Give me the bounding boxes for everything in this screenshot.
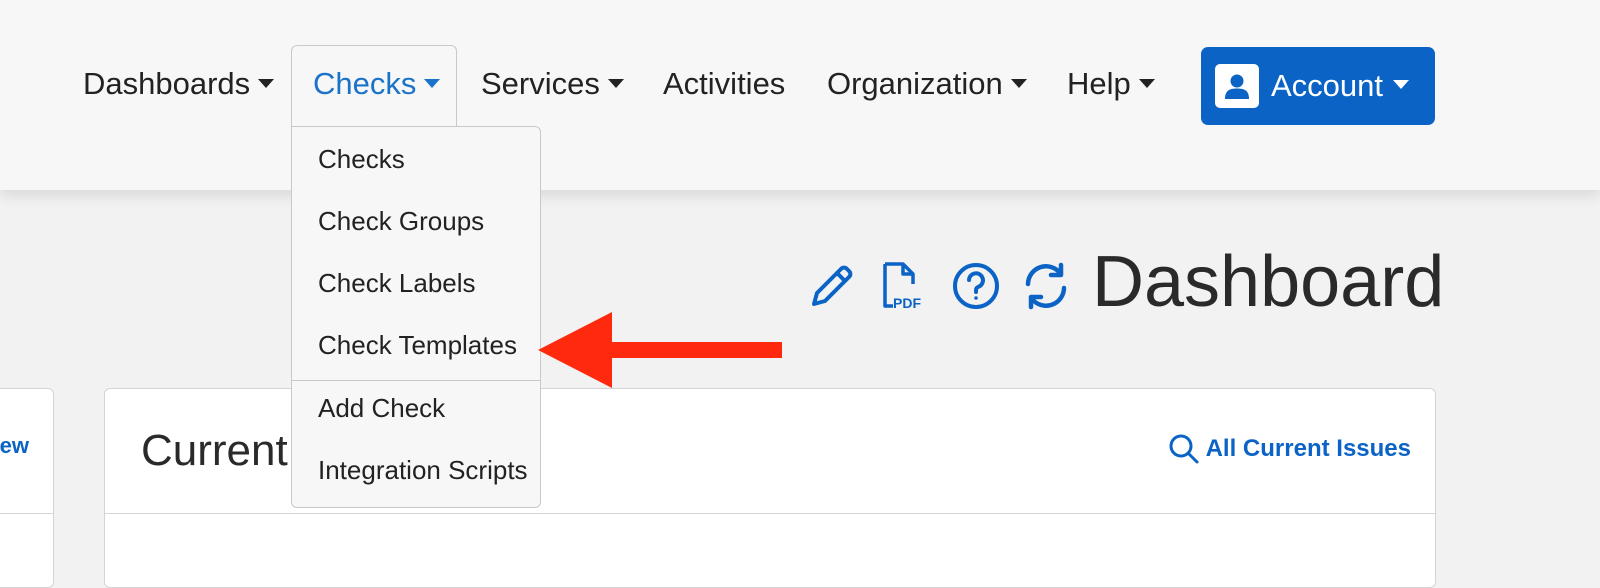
top-navbar: Dashboards Checks Services Activities Or… bbox=[0, 0, 1600, 190]
chevron-down-icon bbox=[258, 79, 275, 89]
nav-help[interactable]: Help bbox=[1067, 62, 1155, 106]
refresh-icon[interactable] bbox=[1018, 258, 1074, 314]
nav-help-label: Help bbox=[1067, 66, 1131, 101]
page-title: Dashboard bbox=[1092, 242, 1445, 322]
nav-organization[interactable]: Organization bbox=[827, 62, 1027, 106]
chevron-down-icon bbox=[424, 79, 441, 89]
chevron-down-icon bbox=[607, 79, 624, 89]
pdf-icon[interactable]: PDF bbox=[876, 258, 932, 314]
svg-text:PDF: PDF bbox=[893, 295, 921, 311]
nav-activities[interactable]: Activities bbox=[663, 62, 785, 106]
menu-divider bbox=[292, 380, 540, 381]
search-icon bbox=[1169, 434, 1199, 464]
user-icon bbox=[1215, 64, 1259, 108]
nav-dashboards[interactable]: Dashboards bbox=[83, 62, 275, 106]
left-card-header: View bbox=[0, 389, 53, 514]
help-circle-icon[interactable] bbox=[948, 258, 1004, 314]
nav-services[interactable]: Services bbox=[481, 62, 624, 106]
nav-services-label: Services bbox=[481, 66, 600, 101]
account-button[interactable]: Account bbox=[1201, 47, 1435, 125]
nav-checks[interactable]: Checks bbox=[313, 62, 441, 106]
chevron-down-icon bbox=[1010, 79, 1027, 89]
menu-item-add-check[interactable]: Add Check bbox=[318, 390, 445, 426]
menu-item-check-templates[interactable]: Check Templates bbox=[318, 327, 517, 363]
menu-item-integration-scripts[interactable]: Integration Scripts bbox=[318, 452, 528, 488]
left-card-view-link[interactable]: View bbox=[0, 433, 29, 459]
chevron-down-icon bbox=[1138, 79, 1155, 89]
annotation-arrow bbox=[538, 312, 782, 388]
all-current-issues-link[interactable]: All Current Issues bbox=[1168, 433, 1411, 465]
menu-item-check-labels[interactable]: Check Labels bbox=[318, 265, 476, 301]
chevron-down-icon bbox=[1393, 79, 1410, 89]
menu-item-check-groups[interactable]: Check Groups bbox=[318, 203, 484, 239]
checks-dropdown-menu: Checks Check Groups Check Labels Check T… bbox=[291, 126, 541, 508]
card-title: Current bbox=[141, 426, 288, 475]
all-current-issues-label: All Current Issues bbox=[1205, 435, 1411, 462]
left-card: View bbox=[0, 388, 54, 588]
nav-checks-label: Checks bbox=[313, 66, 417, 101]
menu-item-checks[interactable]: Checks bbox=[318, 141, 405, 177]
account-label: Account bbox=[1271, 68, 1384, 103]
nav-dashboards-label: Dashboards bbox=[83, 66, 251, 101]
nav-organization-label: Organization bbox=[827, 66, 1003, 101]
nav-activities-label: Activities bbox=[663, 66, 786, 101]
pencil-icon[interactable] bbox=[804, 258, 860, 314]
